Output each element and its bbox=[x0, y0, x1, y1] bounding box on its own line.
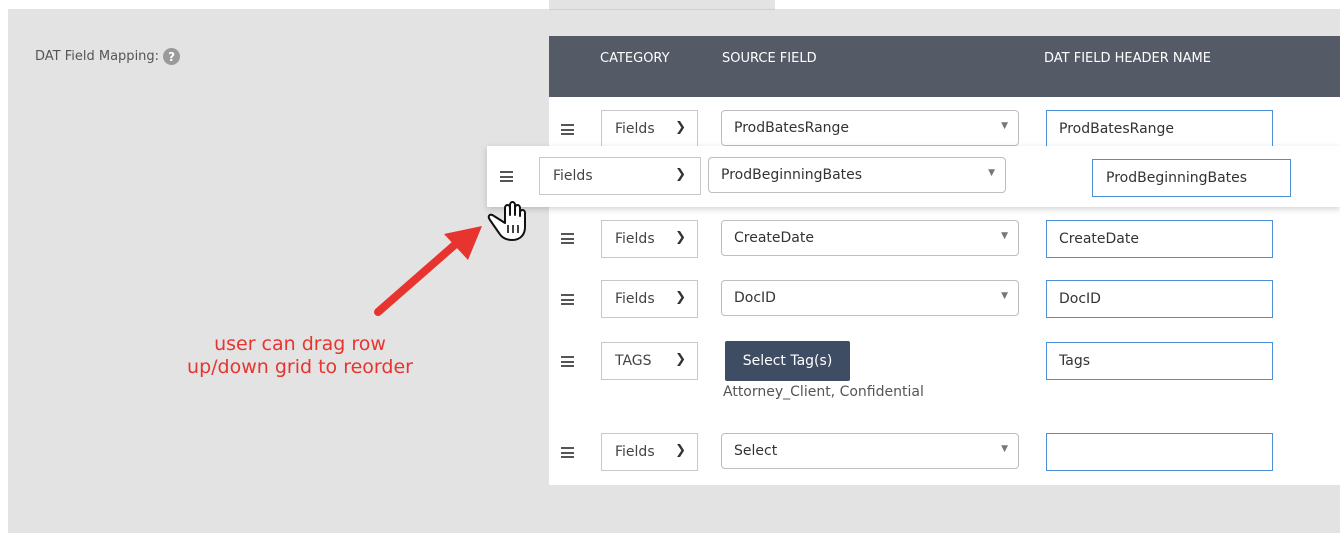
source-field-value: CreateDate bbox=[734, 230, 814, 246]
source-field-value: ProdBeginningBates bbox=[721, 167, 863, 183]
dat-header-input[interactable]: ProdBatesRange bbox=[1046, 110, 1273, 148]
category-value: TAGS bbox=[615, 353, 652, 369]
annotation-arrow-icon bbox=[374, 226, 482, 316]
dat-header-value: ProdBeginningBates bbox=[1106, 170, 1248, 186]
drag-handle-icon[interactable] bbox=[561, 356, 574, 367]
source-field-value: ProdBatesRange bbox=[734, 120, 850, 136]
source-field-value: Select bbox=[734, 443, 778, 459]
table-row: Fields ❯ Select ▼ bbox=[549, 433, 1340, 493]
column-header-dat-field-header-name: DAT FIELD HEADER NAME bbox=[1044, 51, 1211, 66]
caret-down-icon: ▼ bbox=[1001, 121, 1008, 131]
category-select[interactable]: Fields ❯ bbox=[601, 280, 698, 318]
category-value: Fields bbox=[615, 291, 655, 307]
table-row: TAGS ❯ Tags bbox=[549, 342, 1340, 422]
source-field-value: DocID bbox=[734, 290, 776, 306]
annotation-text: user can drag row up/down grid to reorde… bbox=[160, 333, 440, 379]
annotation-line-1: user can drag row bbox=[214, 333, 386, 355]
category-value: Fields bbox=[553, 168, 593, 184]
dragging-row[interactable]: Fields ❯ ProdBeginningBates ▼ ProdBeginn… bbox=[487, 146, 1340, 207]
dat-header-value: ProdBatesRange bbox=[1059, 121, 1175, 137]
category-value: Fields bbox=[615, 444, 655, 460]
chevron-down-icon: ❯ bbox=[675, 120, 686, 135]
category-select[interactable]: Fields ❯ bbox=[601, 433, 698, 471]
caret-down-icon: ▼ bbox=[1001, 444, 1008, 454]
chevron-down-icon: ❯ bbox=[675, 352, 686, 367]
chevron-down-icon: ❯ bbox=[675, 167, 686, 182]
category-select[interactable]: Fields ❯ bbox=[601, 110, 698, 148]
category-select[interactable]: Fields ❯ bbox=[539, 157, 701, 195]
chevron-down-icon: ❯ bbox=[675, 230, 686, 245]
drag-handle-icon[interactable] bbox=[561, 124, 574, 135]
column-header-source-field: SOURCE FIELD bbox=[722, 51, 817, 66]
source-field-select[interactable]: CreateDate ▼ bbox=[721, 220, 1019, 256]
dat-header-value: DocID bbox=[1059, 291, 1101, 307]
dat-header-value: CreateDate bbox=[1059, 231, 1139, 247]
chevron-down-icon: ❯ bbox=[675, 443, 686, 458]
help-icon[interactable]: ? bbox=[163, 48, 181, 65]
source-field-select[interactable]: Select ▼ bbox=[721, 433, 1019, 469]
grab-hand-cursor-icon bbox=[487, 201, 526, 241]
dat-header-value: Tags bbox=[1059, 353, 1090, 369]
table-row: Fields ❯ DocID ▼ DocID bbox=[549, 280, 1340, 340]
drag-handle-icon[interactable] bbox=[500, 171, 513, 182]
table-row: Fields ❯ CreateDate ▼ CreateDate bbox=[549, 220, 1340, 280]
drag-handle-icon[interactable] bbox=[561, 294, 574, 305]
mapping-grid: CATEGORY SOURCE FIELD DAT FIELD HEADER N… bbox=[549, 36, 1340, 485]
category-value: Fields bbox=[615, 231, 655, 247]
dat-header-input[interactable]: Tags bbox=[1046, 342, 1273, 380]
source-field-select[interactable]: DocID ▼ bbox=[721, 280, 1019, 316]
select-tags-button[interactable]: Select Tag(s) bbox=[725, 341, 850, 381]
caret-down-icon: ▼ bbox=[988, 168, 995, 178]
dat-field-mapping-label: DAT Field Mapping: ? bbox=[35, 48, 181, 65]
drag-handle-icon[interactable] bbox=[561, 233, 574, 244]
selected-tags-text: Attorney_Client, Confidential bbox=[723, 384, 924, 400]
caret-down-icon: ▼ bbox=[1001, 291, 1008, 301]
section-title: DAT Field Mapping: bbox=[35, 49, 160, 64]
source-field-select[interactable]: ProdBeginningBates ▼ bbox=[708, 157, 1006, 193]
dat-header-input[interactable]: ProdBeginningBates bbox=[1092, 159, 1291, 197]
drag-handle-icon[interactable] bbox=[561, 447, 574, 458]
category-select[interactable]: TAGS ❯ bbox=[601, 342, 698, 380]
chevron-down-icon: ❯ bbox=[675, 290, 686, 305]
category-select[interactable]: Fields ❯ bbox=[601, 220, 698, 258]
dat-header-input[interactable]: DocID bbox=[1046, 280, 1273, 318]
dat-header-input[interactable] bbox=[1046, 433, 1273, 471]
dat-header-input[interactable]: CreateDate bbox=[1046, 220, 1273, 258]
grid-header: CATEGORY SOURCE FIELD DAT FIELD HEADER N… bbox=[549, 36, 1340, 97]
column-header-category: CATEGORY bbox=[600, 51, 670, 66]
category-value: Fields bbox=[615, 121, 655, 137]
annotation-line-2: up/down grid to reorder bbox=[187, 356, 413, 378]
caret-down-icon: ▼ bbox=[1001, 231, 1008, 241]
source-field-select[interactable]: ProdBatesRange ▼ bbox=[721, 110, 1019, 146]
top-divider bbox=[549, 0, 775, 10]
